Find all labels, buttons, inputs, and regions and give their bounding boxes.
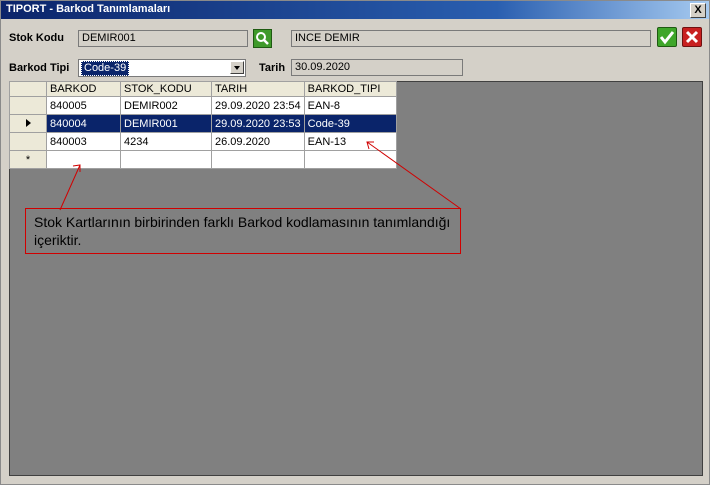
annotation-arrow-line (59, 164, 81, 211)
annotation-arrow-line (366, 141, 462, 210)
annotation-arrows (59, 141, 462, 211)
